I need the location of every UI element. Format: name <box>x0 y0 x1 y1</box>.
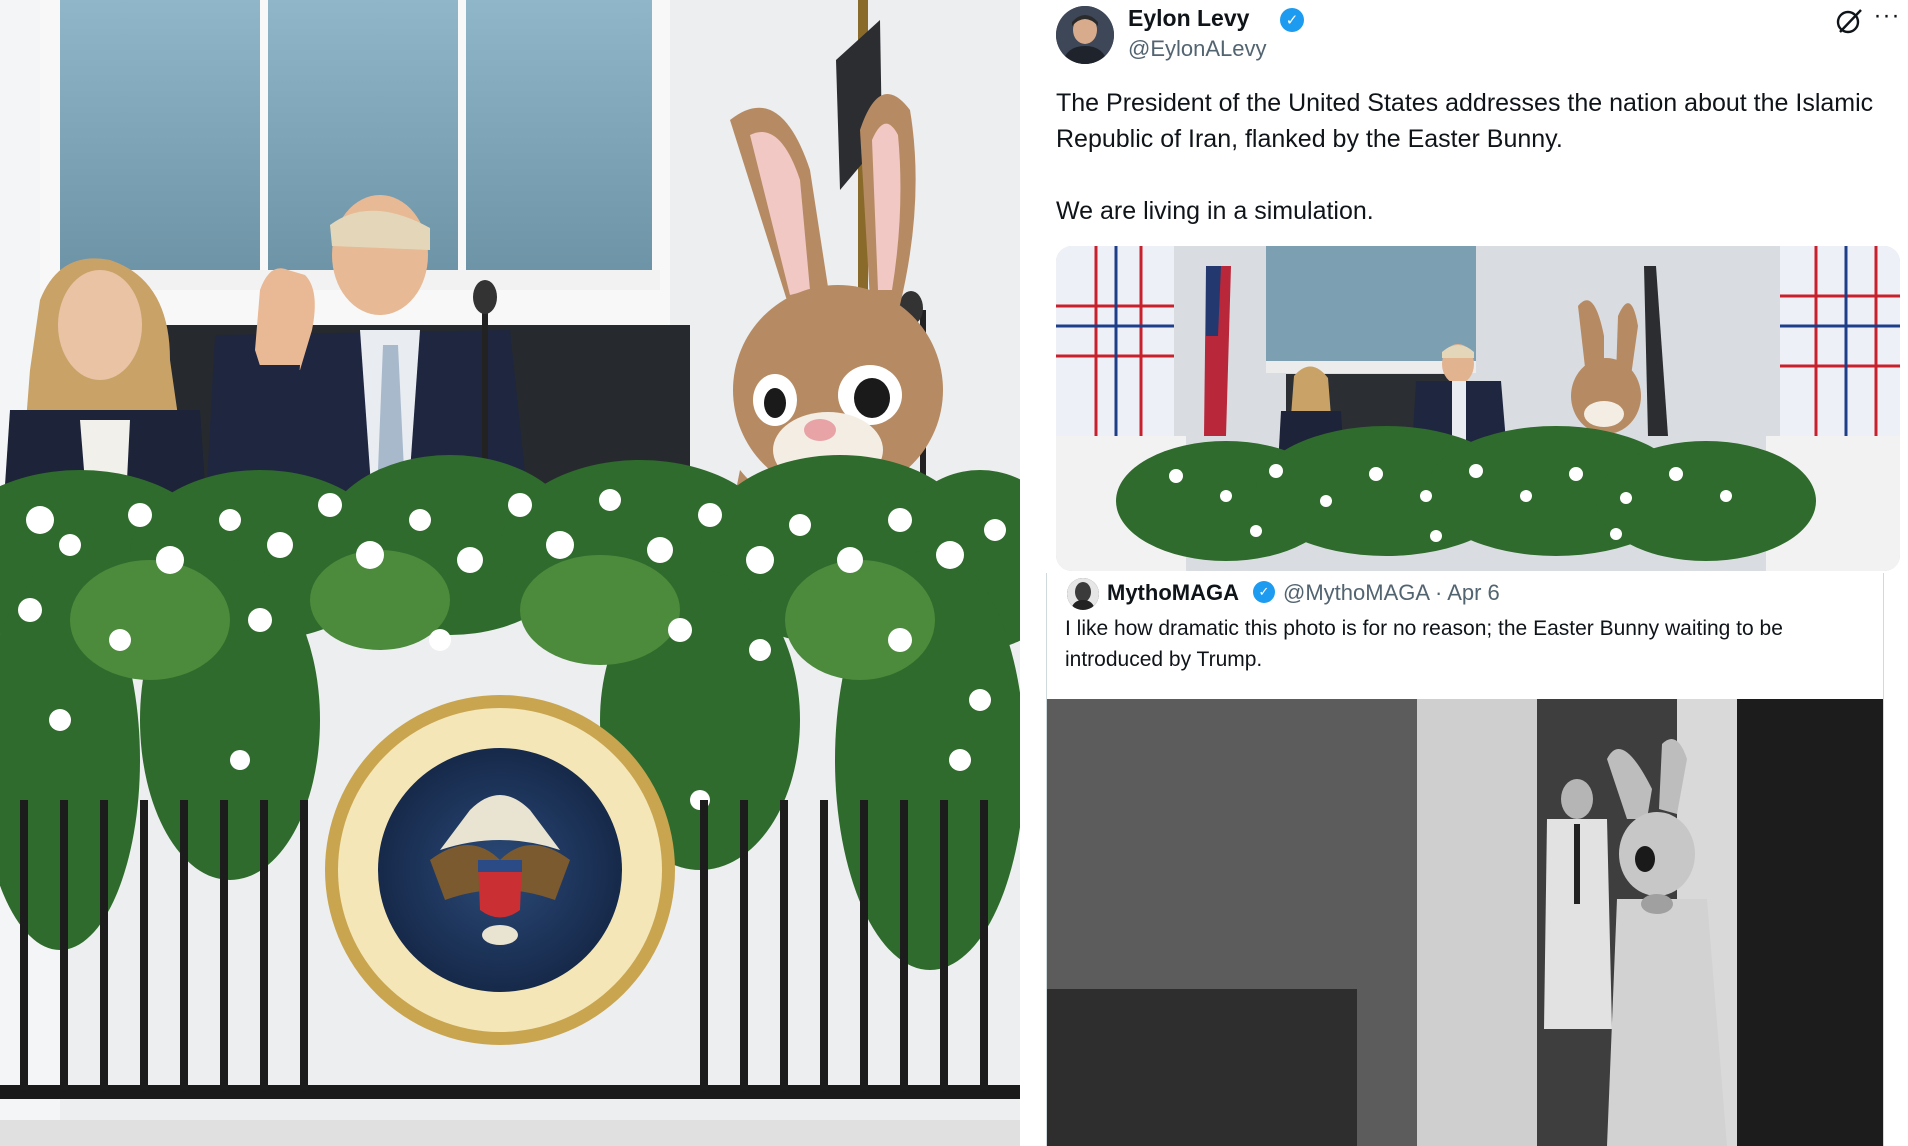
tweet-media-image[interactable] <box>1056 246 1900 571</box>
presidential-seal-icon <box>325 695 675 1045</box>
quoted-author-name[interactable]: MythoMAGA <box>1107 580 1239 606</box>
quoted-tweet[interactable]: MythoMAGA ✓ @MythoMAGA · Apr 6 I like ho… <box>1046 573 1884 1146</box>
meta-separator: · <box>1434 580 1443 605</box>
grok-slash-icon[interactable] <box>1834 6 1864 36</box>
quoted-author-meta[interactable]: @MythoMAGA · Apr 6 <box>1283 580 1500 606</box>
quoted-tweet-text: I like how dramatic this photo is for no… <box>1065 617 1783 671</box>
quoted-tweet-image[interactable] <box>1047 699 1883 1146</box>
image-divider <box>1020 0 1046 1146</box>
author-avatar[interactable] <box>1056 6 1114 64</box>
tweet-text-paragraph-2: We are living in a simulation. <box>1056 197 1374 225</box>
tweet-text-paragraph-1: The President of the United States addre… <box>1056 89 1874 153</box>
author-handle[interactable]: @EylonALevy <box>1128 36 1267 62</box>
balcony-photo <box>0 0 1020 1146</box>
verified-badge-icon: ✓ <box>1253 581 1275 603</box>
tweet-body: The President of the United States addre… <box>1056 85 1896 229</box>
quoted-date[interactable]: Apr 6 <box>1447 580 1500 605</box>
author-name[interactable]: Eylon Levy <box>1128 5 1249 32</box>
quoted-author-avatar[interactable] <box>1067 578 1099 610</box>
tweet-card: Eylon Levy ✓ @EylonALevy ··· The Preside… <box>1046 0 1908 1146</box>
quoted-author-handle[interactable]: @MythoMAGA <box>1283 580 1429 605</box>
balcony-scene <box>0 0 1020 1146</box>
verified-badge-icon: ✓ <box>1280 8 1304 32</box>
more-options-icon[interactable]: ··· <box>1872 4 1902 34</box>
